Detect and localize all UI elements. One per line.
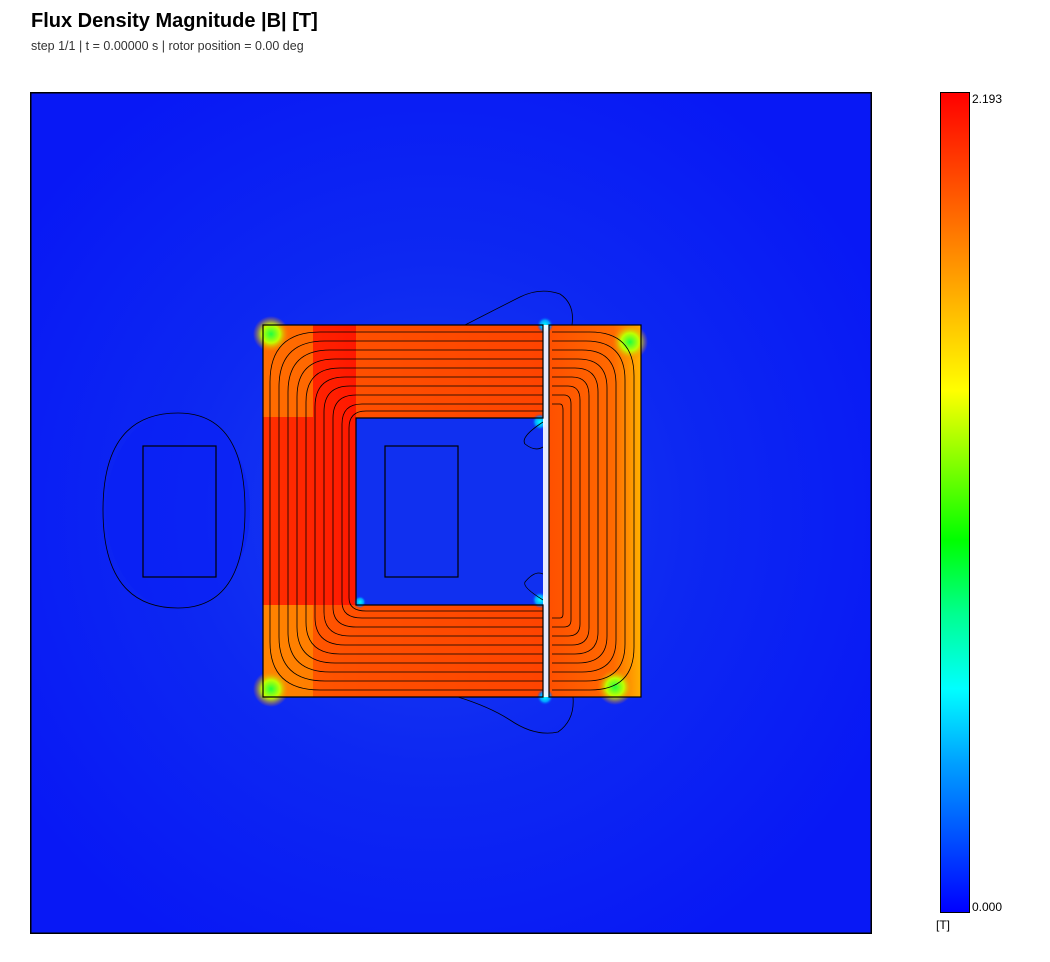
plot-subtitle: step 1/1 | t = 0.00000 s | rotor positio… xyxy=(31,39,304,53)
flux-density-plot xyxy=(30,92,872,934)
colorbar xyxy=(940,92,970,913)
i-bar xyxy=(549,324,648,705)
left-coil-field xyxy=(106,410,250,610)
colorbar-min-label: 0.000 xyxy=(972,900,1003,914)
colorbar-unit-label: [T] xyxy=(936,918,950,932)
plot-title: Flux Density Magnitude |B| [T] xyxy=(31,10,318,32)
colorbar-max-label: 2.193 xyxy=(972,92,1003,106)
air-gap xyxy=(543,325,549,697)
